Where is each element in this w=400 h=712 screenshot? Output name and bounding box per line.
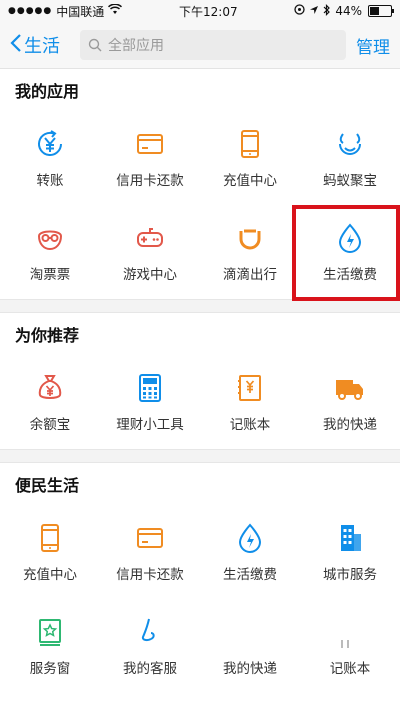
phone-recharge-icon [233, 127, 267, 161]
app-game-center[interactable]: 游戏中心 [100, 205, 200, 299]
ledger-icon [233, 371, 267, 405]
app-label: 记账本 [329, 661, 371, 677]
phone-recharge-icon [33, 521, 67, 555]
ant-fortune-icon [333, 127, 367, 161]
app-label: 蚂蚁聚宝 [323, 173, 377, 189]
app-utility-payment[interactable]: 生活缴费 [300, 205, 400, 299]
app-recharge-center[interactable]: 充值中心 [200, 111, 300, 205]
money-bag-icon [33, 371, 67, 405]
app-label: 生活缴费 [323, 267, 377, 283]
app-recharge-center[interactable]: 充值中心 [0, 505, 100, 599]
app-label: 充值中心 [223, 173, 277, 189]
delivery-truck-icon [333, 371, 367, 405]
section-title: 为你推荐 [15, 326, 80, 345]
app-label: 余额宝 [29, 417, 71, 433]
app-credit-card-repay[interactable]: 信用卡还款 [100, 111, 200, 205]
recommend-section: 为你推荐 余额宝 理财小工具 记账本 我的快递 [0, 313, 400, 449]
didi-icon [233, 221, 267, 255]
navigation-bar: 生活 全部应用 管理 [0, 22, 400, 69]
clock: 下午12:07 [179, 4, 238, 19]
app-ant-fortune[interactable]: 蚂蚁聚宝 [300, 111, 400, 205]
app-finance-tools[interactable]: 理财小工具 [100, 355, 200, 449]
convenience-section: 便民生活 充值中心 信用卡还款 生活缴费 城市服务 服务窗 我的客服 我的快递 … [0, 463, 400, 693]
movie-ticket-icon [33, 221, 67, 255]
my-apps-section: 我的应用 转账 信用卡还款 充值中心 蚂蚁聚宝 淘票票 游戏中心 滴滴出行 生活… [0, 69, 400, 299]
app-transfer[interactable]: 转账 [0, 111, 100, 205]
app-label: 理财小工具 [116, 417, 184, 433]
app-label: 信用卡还款 [116, 567, 184, 583]
gamepad-icon [133, 221, 167, 255]
carrier-label: 中国联通 [56, 4, 105, 19]
app-utility-payment[interactable]: 生活缴费 [200, 505, 300, 599]
chevron-left-icon [10, 33, 22, 58]
app-didi[interactable]: 滴滴出行 [200, 205, 300, 299]
calculator-icon [133, 371, 167, 405]
app-customer-service[interactable]: 我的客服 [100, 599, 200, 693]
section-divider [0, 299, 400, 313]
transfer-icon [33, 127, 67, 161]
app-ledger[interactable]: 记账本 [300, 599, 400, 693]
credit-card-icon [133, 127, 167, 161]
app-yuebao[interactable]: 余额宝 [0, 355, 100, 449]
app-my-delivery[interactable]: 我的快递 [200, 599, 300, 693]
app-label: 生活缴费 [223, 567, 277, 583]
service-window-icon [33, 615, 67, 649]
location-icon [309, 4, 319, 18]
ledger-icon [333, 615, 367, 649]
app-credit-card-repay[interactable]: 信用卡还款 [100, 505, 200, 599]
utility-payment-icon [233, 521, 267, 555]
app-label: 我的快递 [223, 661, 277, 677]
app-label: 转账 [36, 173, 64, 189]
app-service-window[interactable]: 服务窗 [0, 599, 100, 693]
search-placeholder: 全部应用 [108, 38, 164, 54]
search-icon [88, 38, 102, 52]
section-title: 我的应用 [15, 82, 80, 101]
app-my-delivery[interactable]: 我的快递 [300, 355, 400, 449]
search-input[interactable]: 全部应用 [80, 30, 346, 60]
alarm-icon [294, 4, 305, 18]
app-city-service[interactable]: 城市服务 [300, 505, 400, 599]
manage-button[interactable]: 管理 [356, 33, 390, 58]
app-label: 充值中心 [23, 567, 77, 583]
app-label: 滴滴出行 [223, 267, 277, 283]
app-label: 游戏中心 [123, 267, 177, 283]
app-label: 服务窗 [29, 661, 71, 677]
city-building-icon [333, 521, 367, 555]
app-label: 我的快递 [323, 417, 377, 433]
app-movie-ticket[interactable]: 淘票票 [0, 205, 100, 299]
back-button[interactable]: 生活 [10, 32, 80, 58]
wifi-icon [108, 3, 123, 18]
section-title: 便民生活 [15, 476, 80, 495]
app-label: 我的客服 [123, 661, 177, 677]
signal-icon: ●●●●● [8, 6, 53, 16]
customer-service-icon [133, 615, 167, 649]
app-label: 记账本 [229, 417, 271, 433]
battery-percent: 44% [335, 4, 362, 18]
status-bar: ●●●●● 中国联通 下午12:07 44% [0, 0, 400, 22]
app-label: 淘票票 [29, 267, 71, 283]
credit-card-icon [133, 521, 167, 555]
section-divider [0, 449, 400, 463]
battery-icon [367, 5, 394, 17]
app-label: 城市服务 [323, 567, 377, 583]
app-ledger[interactable]: 记账本 [200, 355, 300, 449]
bluetooth-icon [323, 3, 331, 19]
back-label: 生活 [24, 36, 60, 57]
utility-payment-icon [333, 221, 367, 255]
app-label: 信用卡还款 [116, 173, 184, 189]
